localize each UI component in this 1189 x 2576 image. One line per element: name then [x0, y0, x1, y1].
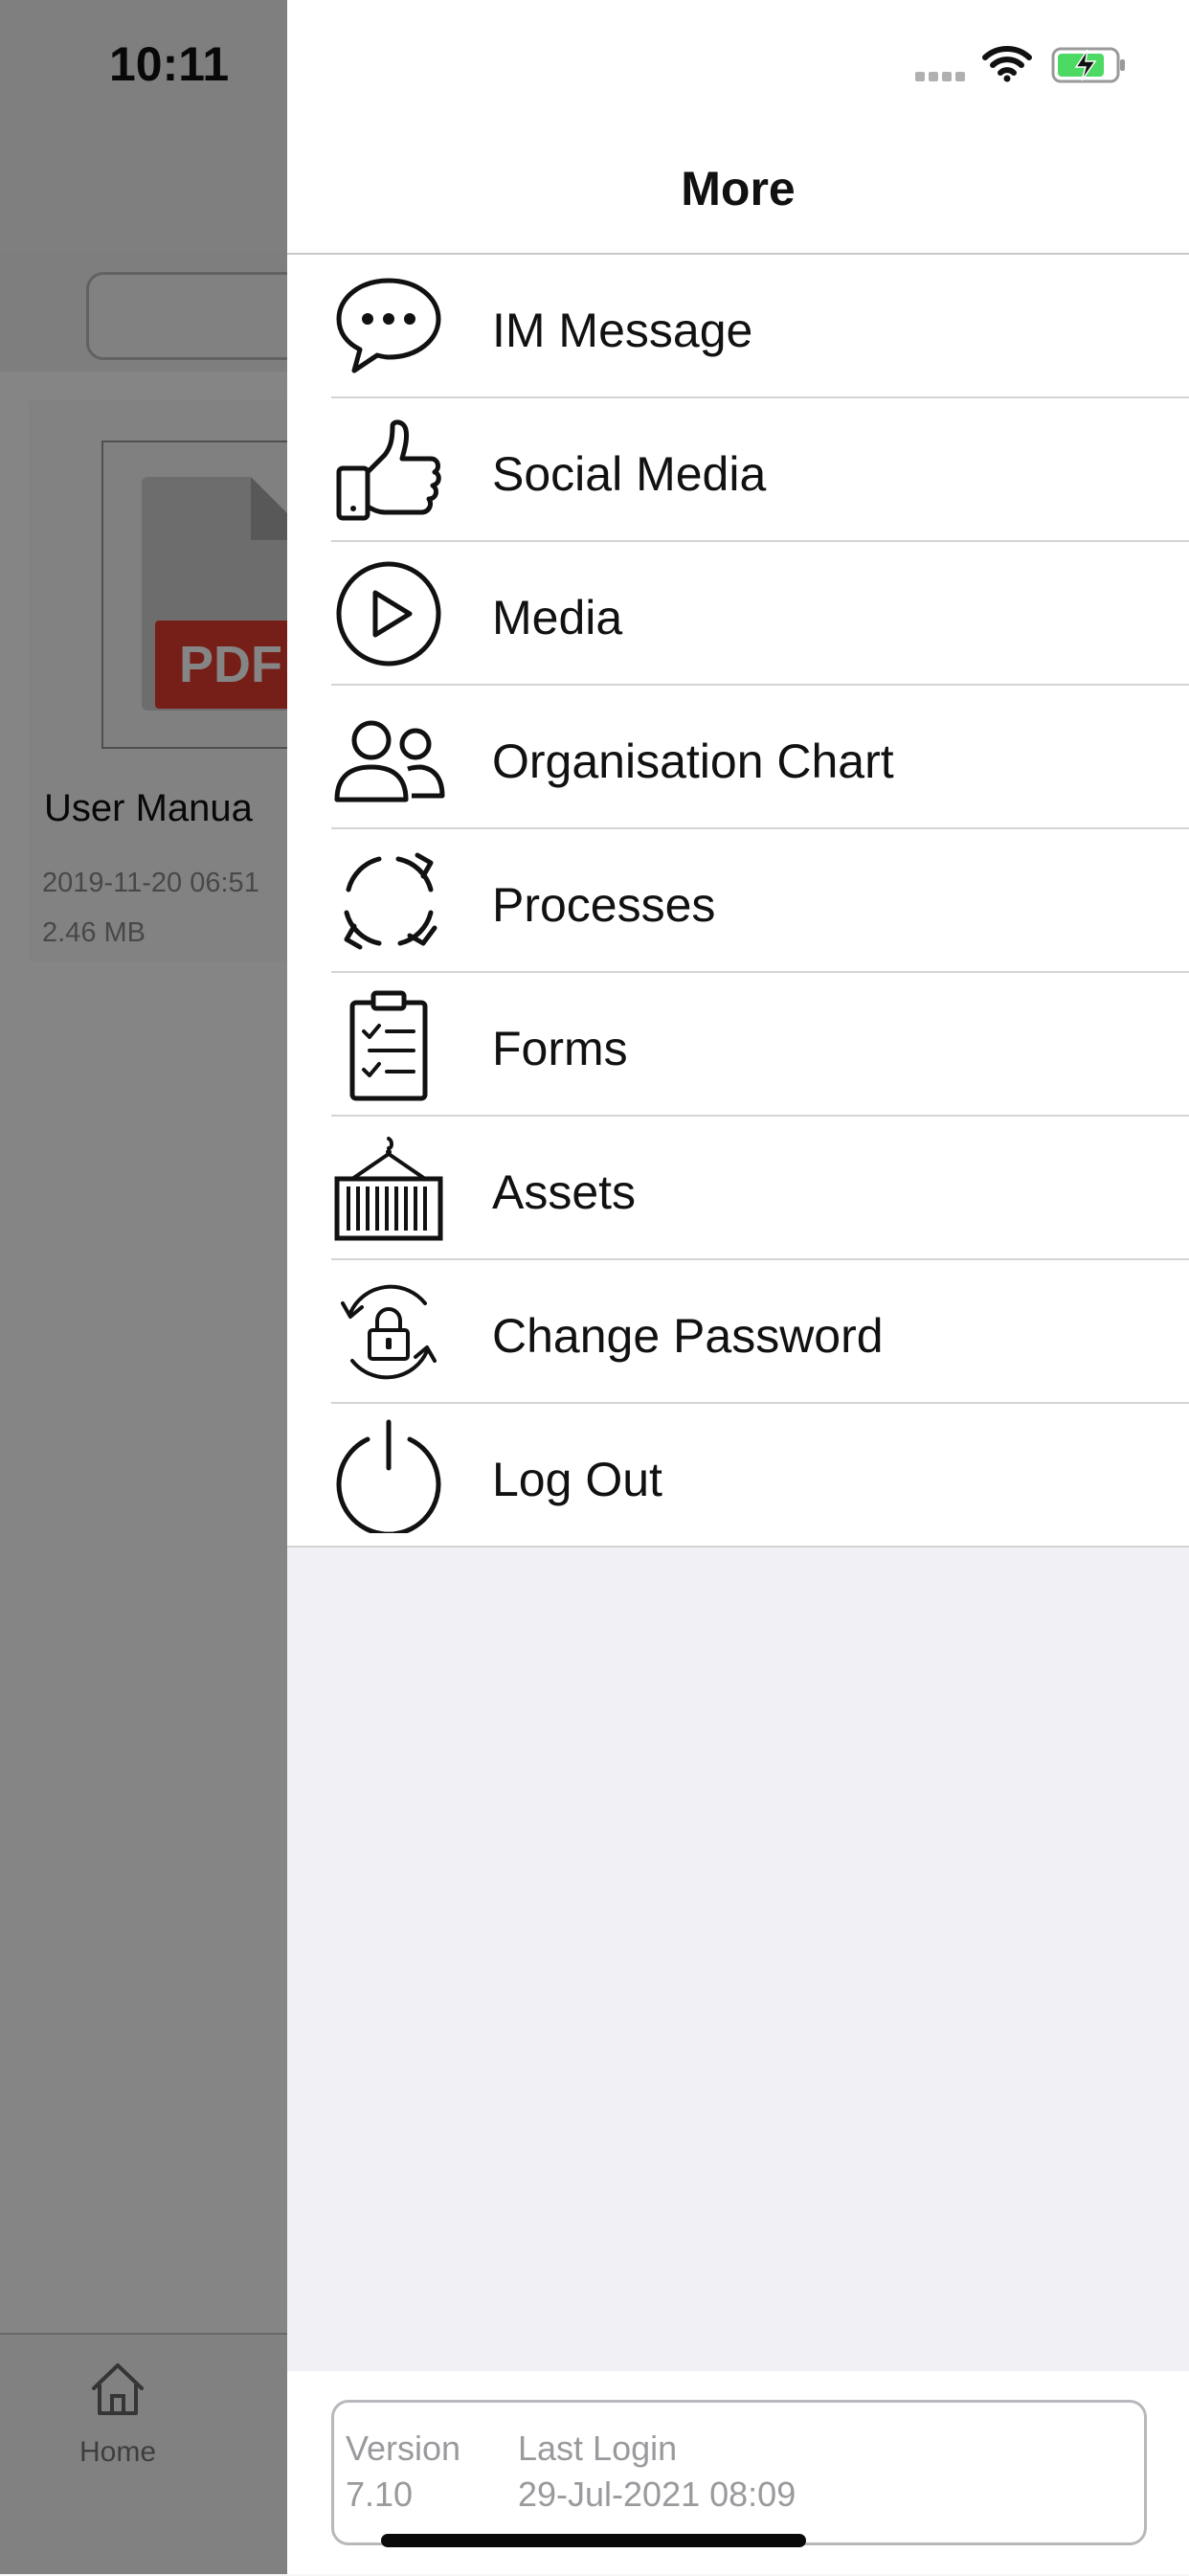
menu-item-media[interactable]: Media: [287, 542, 1189, 686]
lock-rotate-icon: [331, 1275, 446, 1390]
more-drawer: More IM Message Social Media Media Organ…: [287, 0, 1189, 2574]
last-login-label: Last Login: [518, 2429, 678, 2468]
version-value: 7.10: [346, 2474, 414, 2514]
version-label: Version: [346, 2429, 461, 2468]
menu-item-im-message[interactable]: IM Message: [287, 255, 1189, 398]
power-icon: [331, 1418, 446, 1537]
cellular-signal-icon: [915, 69, 969, 86]
refresh-cycle-icon: [331, 844, 446, 959]
menu-item-organisation-chart[interactable]: Organisation Chart: [287, 686, 1189, 829]
menu-label: Social Media: [492, 447, 767, 501]
last-login-column: Last Login 29-Jul-2021 08:09: [518, 2426, 796, 2518]
menu-item-change-password[interactable]: Change Password: [287, 1260, 1189, 1404]
version-column: Version 7.10: [346, 2426, 460, 2518]
menu-label: Forms: [492, 1022, 628, 1075]
menu-label: Change Password: [492, 1309, 884, 1363]
divider: [287, 1546, 1189, 1548]
menu-item-forms[interactable]: Forms: [287, 973, 1189, 1117]
home-indicator[interactable]: [381, 2534, 806, 2547]
menu-label: Log Out: [492, 1453, 662, 1506]
clipboard-checklist-icon: [331, 987, 446, 1102]
menu-label: IM Message: [492, 304, 753, 357]
wifi-icon: [982, 44, 1032, 82]
menu-label: Processes: [492, 878, 716, 932]
last-login-value: 29-Jul-2021 08:09: [518, 2474, 796, 2514]
menu-item-processes[interactable]: Processes: [287, 829, 1189, 973]
menu-item-assets[interactable]: Assets: [287, 1117, 1189, 1260]
dim-overlay[interactable]: [0, 0, 287, 2574]
battery-icon: [1051, 46, 1128, 84]
menu-label: Assets: [492, 1165, 637, 1219]
chat-bubble-icon: [331, 269, 446, 384]
drawer-title: More: [681, 162, 796, 215]
menu-item-log-out[interactable]: Log Out: [287, 1404, 1189, 1548]
play-icon: [331, 556, 446, 671]
menu-label: Media: [492, 591, 623, 644]
thumbs-up-icon: [331, 413, 446, 528]
menu-label: Organisation Chart: [492, 734, 894, 788]
container-icon: [331, 1131, 446, 1246]
menu-list: IM Message Social Media Media Organisati…: [287, 255, 1189, 1548]
version-info-box: Version 7.10 Last Login 29-Jul-2021 08:0…: [331, 2400, 1147, 2545]
people-icon: [331, 700, 446, 815]
drawer-header: More: [287, 0, 1189, 255]
menu-item-social-media[interactable]: Social Media: [287, 398, 1189, 542]
